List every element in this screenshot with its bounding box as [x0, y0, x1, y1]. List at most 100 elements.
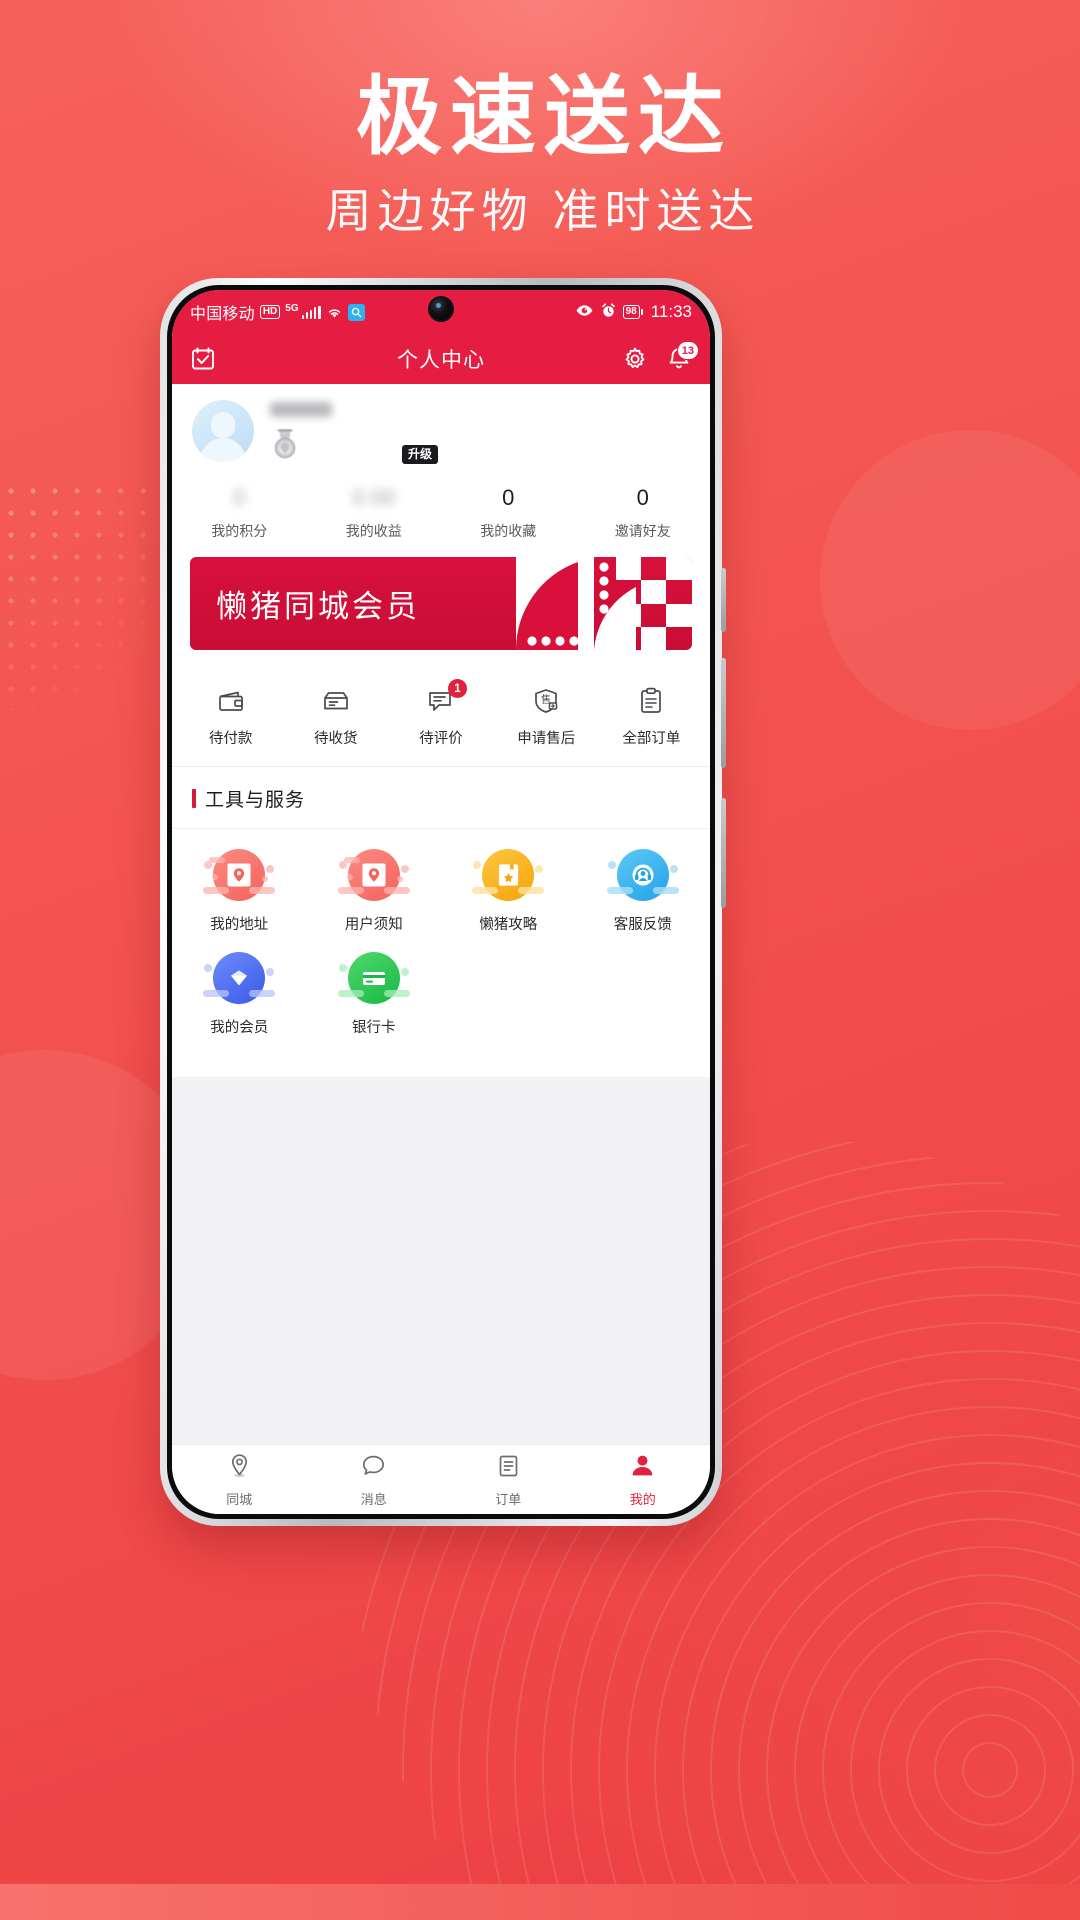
order-item-label: 申请售后	[517, 731, 576, 747]
search-icon[interactable]	[347, 303, 365, 321]
tools-section-header: 工具与服务	[172, 767, 710, 829]
eye-icon	[575, 304, 594, 321]
phone-mockup: 中国移动 HD 5G 98 11:33 个人中心 13 升级 0 我的积分 0.…	[160, 278, 726, 1526]
tab-label: 同城	[226, 1491, 253, 1507]
clipboard-icon	[636, 686, 666, 716]
order-list-icon	[495, 1452, 522, 1484]
order-item-label: 待付款	[208, 731, 253, 747]
tool-item-guide[interactable]: 懒猪攻略	[441, 849, 576, 934]
bell-icon[interactable]: 13	[666, 341, 699, 372]
hd-badge-icon: HD	[259, 305, 281, 319]
signal-bars-icon	[301, 305, 321, 319]
tool-item-label: 用户须知	[344, 917, 403, 933]
status-bar: 中国移动 HD 5G 98 11:33	[172, 290, 710, 334]
phone-bezel: 中国移动 HD 5G 98 11:33 个人中心 13 升级 0 我的积分 0.…	[167, 285, 715, 1519]
membership-banner[interactable]: 懒猪同城会员	[190, 557, 692, 650]
stat-label: 我的积分	[211, 523, 268, 539]
stat-value: 0	[233, 485, 246, 510]
tab-city[interactable]: 同城	[172, 1452, 307, 1508]
decor-bottom-strip	[0, 1884, 1080, 1920]
stat-item-favorites[interactable]: 0 我的收藏	[441, 485, 576, 541]
poster-subtitle: 周边好物 准时送达	[325, 185, 761, 237]
stat-item-points[interactable]: 0 我的积分	[172, 485, 307, 541]
tab-messages[interactable]: 消息	[307, 1452, 442, 1508]
user-stats-row: 0 我的积分 0.00 我的收益 0 我的收藏 0 邀请好友	[172, 472, 710, 557]
tab-orders[interactable]: 订单	[441, 1452, 576, 1508]
tool-item-notice[interactable]: 用户须知	[307, 849, 442, 934]
location-pin-icon	[226, 1452, 253, 1484]
tool-item-label: 我的地址	[210, 917, 269, 933]
status-bar-right: 98 11:33	[575, 302, 692, 322]
order-item-aftersale[interactable]: 售 申请售后	[494, 686, 599, 748]
battery-icon: 98	[622, 305, 643, 319]
headset-support-icon	[606, 849, 679, 901]
status-bar-clock: 11:33	[650, 302, 692, 321]
front-camera-punch-hole	[428, 296, 454, 322]
order-item-review[interactable]: 1 待评价	[388, 679, 493, 748]
stat-label: 我的收藏	[480, 523, 537, 539]
content-filler	[172, 1077, 710, 1327]
order-item-unpaid[interactable]: 待付款	[178, 686, 283, 748]
tab-label: 订单	[495, 1491, 522, 1507]
order-item-shipping[interactable]: 待收货	[283, 686, 388, 748]
tool-item-label: 银行卡	[352, 1020, 396, 1036]
wifi-icon	[326, 306, 343, 319]
guide-star-icon	[472, 849, 545, 901]
stat-value: 0.00	[352, 485, 396, 510]
tool-item-support[interactable]: 客服反馈	[576, 849, 711, 934]
user-name-masked	[270, 401, 332, 417]
bank-card-icon	[337, 952, 410, 1004]
phone-volume-down-button	[721, 798, 726, 908]
stat-label: 我的收益	[345, 523, 402, 539]
order-item-label: 全部订单	[622, 731, 681, 747]
comment-icon: 1	[426, 679, 467, 716]
chat-bubble-icon	[360, 1452, 387, 1484]
poster-title: 极速送达	[356, 69, 732, 165]
membership-banner-text: 懒猪同城会员	[216, 589, 420, 624]
section-title: 工具与服务	[205, 790, 306, 811]
membership-banner-wrap: 懒猪同城会员	[172, 557, 710, 664]
tab-profile[interactable]: 我的	[576, 1452, 711, 1508]
order-item-label: 待收货	[314, 731, 358, 747]
gear-icon[interactable]	[622, 346, 648, 372]
after-sale-shield-icon: 售	[531, 686, 561, 716]
checkerboard-flag-graphic	[515, 557, 692, 650]
section-accent-bar	[192, 789, 196, 808]
bottom-tab-bar: 同城 消息 订单 我的	[172, 1444, 710, 1514]
tool-item-address[interactable]: 我的地址	[172, 849, 307, 934]
phone-volume-up-button	[721, 658, 726, 768]
upgrade-badge[interactable]: 升级	[402, 444, 439, 464]
user-meta: 升级	[270, 401, 690, 464]
tool-item-label: 懒猪攻略	[479, 917, 538, 933]
user-info-row[interactable]: 升级	[172, 400, 710, 472]
package-icon	[321, 686, 351, 716]
tab-label: 消息	[360, 1491, 387, 1507]
wallet-icon	[216, 686, 246, 716]
tool-item-vip[interactable]: 我的会员	[172, 952, 307, 1037]
order-status-row: 待付款 待收货 1 待评价 售 申请售后 全部订单	[172, 664, 710, 767]
carrier-label: 中国移动	[190, 306, 255, 323]
avatar-head	[211, 412, 235, 438]
user-profile-card: 升级 0 我的积分 0.00 我的收益 0 我的收藏 0 邀请好友	[172, 384, 710, 557]
phone-screen: 中国移动 HD 5G 98 11:33 个人中心 13 升级 0 我的积分 0.…	[172, 290, 710, 1514]
network-type-label: 5G	[285, 302, 299, 314]
tab-label: 我的	[629, 1491, 656, 1507]
order-item-label: 待评价	[419, 731, 463, 747]
tools-grid: 我的地址 用户须知 懒猪攻略 客服反馈 我的会员 银行卡	[172, 829, 710, 1077]
stat-item-earnings[interactable]: 0.00 我的收益	[307, 485, 442, 541]
app-header: 个人中心 13	[172, 334, 710, 384]
stat-label: 邀请好友	[614, 523, 671, 539]
app-header-actions: 13	[622, 341, 699, 372]
phone-side-button	[721, 568, 726, 632]
order-item-all[interactable]: 全部订单	[599, 686, 704, 748]
calendar-check-icon[interactable]	[190, 346, 216, 372]
order-badge: 1	[448, 679, 467, 698]
tool-item-bankcard[interactable]: 银行卡	[307, 952, 442, 1037]
person-icon	[629, 1452, 656, 1484]
avatar[interactable]	[192, 400, 254, 462]
location-card-icon	[203, 849, 276, 901]
user-level-row: 升级	[270, 427, 690, 464]
alarm-clock-icon	[601, 302, 616, 322]
stat-value: 0	[502, 485, 515, 510]
stat-item-invite[interactable]: 0 邀请好友	[576, 485, 711, 541]
